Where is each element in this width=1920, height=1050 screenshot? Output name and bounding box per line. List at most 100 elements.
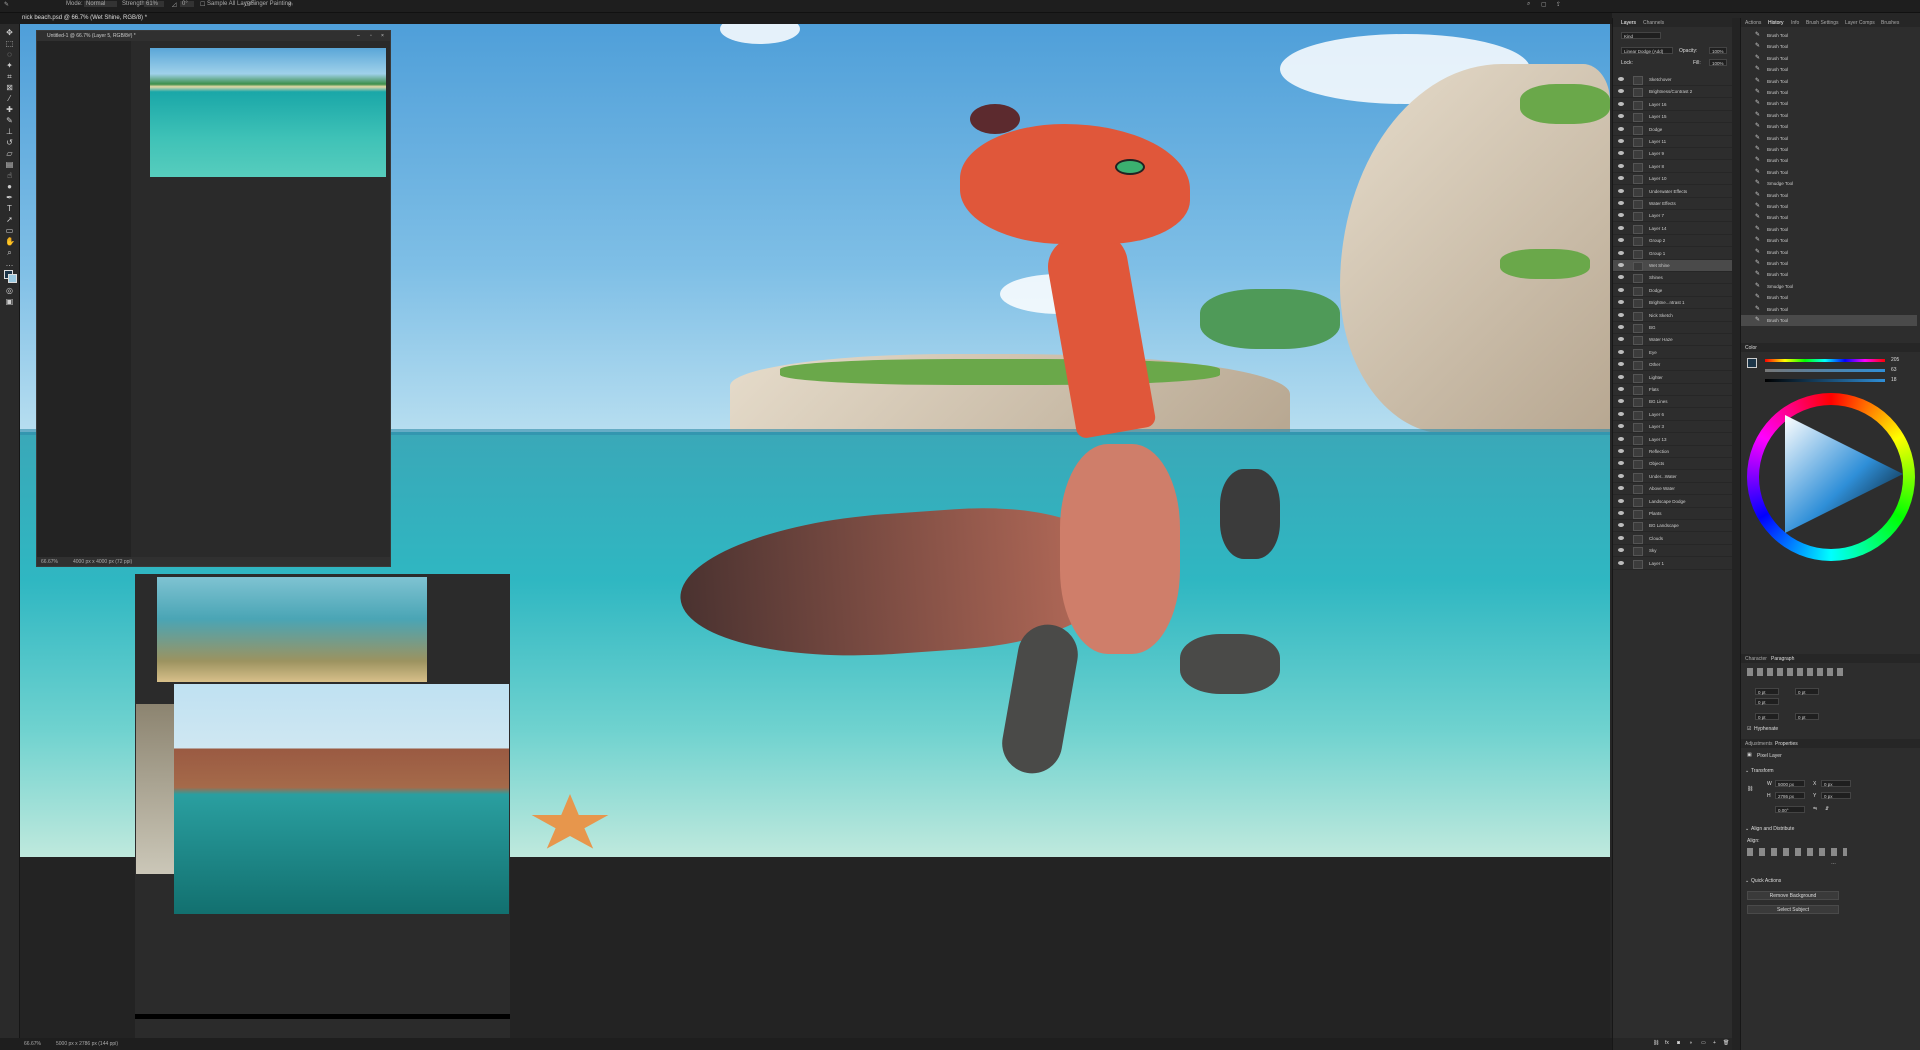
more-options-icon[interactable]: … <box>1831 860 1836 866</box>
canvas-workspace[interactable]: Untitled-1 @ 66.7% (Layer 5, RGB/8#) * –… <box>20 24 1610 1044</box>
layer-row[interactable]: Layer 11 <box>1613 136 1733 148</box>
history-item[interactable]: ✎ Brush Tool <box>1741 98 1917 109</box>
pressure-icon[interactable]: ✍ <box>288 1 293 8</box>
visibility-eye-icon[interactable] <box>1618 548 1624 553</box>
visibility-eye-icon[interactable] <box>1618 312 1624 317</box>
tab-paragraph[interactable]: Paragraph <box>1771 656 1794 662</box>
history-item[interactable]: ✎ Brush Tool <box>1741 269 1917 280</box>
visibility-eye-icon[interactable] <box>1618 511 1624 515</box>
more-tools-icon[interactable]: … <box>5 259 14 268</box>
first-line-indent-field[interactable]: 0 pt <box>1755 698 1779 705</box>
layer-row[interactable]: Layer 16 <box>1613 99 1733 111</box>
height-field[interactable]: 2786 px <box>1775 792 1805 799</box>
chevron-down-icon[interactable]: ⌄ <box>1745 826 1749 832</box>
layer-row[interactable]: Layer 13 <box>1613 434 1733 446</box>
history-item[interactable]: ✎ Brush Tool <box>1741 53 1917 64</box>
layer-row[interactable]: BG <box>1613 322 1733 334</box>
layer-row[interactable]: Nick Sketch <box>1613 310 1733 322</box>
layer-row[interactable]: Layer 10 <box>1613 173 1733 186</box>
layer-row[interactable]: Layer 8 <box>1613 161 1733 173</box>
visibility-eye-icon[interactable] <box>1618 300 1624 305</box>
crop-tool-icon[interactable]: ⌗ <box>5 72 14 81</box>
layer-row[interactable]: Sky <box>1613 545 1733 558</box>
history-item[interactable]: ✎ Brush Tool <box>1741 304 1917 315</box>
reference-image-rocks[interactable] <box>136 704 176 874</box>
saturation-value[interactable]: 63 <box>1891 367 1897 373</box>
history-item[interactable]: ✎ Brush Tool <box>1741 212 1917 223</box>
layer-row[interactable]: Layer 3 <box>1613 421 1733 434</box>
visibility-eye-icon[interactable] <box>1618 225 1624 230</box>
history-item[interactable]: ✎ Brush Tool <box>1741 190 1917 201</box>
visibility-eye-icon[interactable] <box>1618 560 1624 565</box>
adjustment-icon[interactable]: ◑ <box>1689 1040 1692 1046</box>
visibility-eye-icon[interactable] <box>1618 163 1624 168</box>
visibility-eye-icon[interactable] <box>1618 201 1624 205</box>
layer-row[interactable]: Reflection <box>1613 446 1733 458</box>
tab-character[interactable]: Character <box>1745 656 1767 662</box>
visibility-eye-icon[interactable] <box>1618 188 1624 193</box>
layer-row[interactable]: Landscape Dodge <box>1613 496 1733 508</box>
visibility-eye-icon[interactable] <box>1618 275 1624 280</box>
history-item[interactable]: ✎ Brush Tool <box>1741 201 1917 212</box>
history-item[interactable]: ✎ Smudge Tool <box>1741 281 1917 292</box>
eyedropper-tool-icon[interactable]: ⁄ <box>5 94 14 103</box>
history-item[interactable]: ✎ Brush Tool <box>1741 121 1917 132</box>
quick-select-tool-icon[interactable]: ✦ <box>5 61 14 70</box>
layer-row[interactable]: Shines <box>1613 272 1733 285</box>
layer-row[interactable]: Clouds <box>1613 533 1733 545</box>
visibility-eye-icon[interactable] <box>1618 77 1624 81</box>
sample-all-checkbox[interactable]: ☐ <box>200 1 205 8</box>
chevron-down-icon[interactable]: ⌄ <box>1745 768 1749 774</box>
link-layers-icon[interactable]: ⛓ <box>1653 1040 1659 1046</box>
flip-horizontal-icon[interactable]: ⇋ <box>1813 806 1817 812</box>
history-item[interactable]: ✎ Brush Tool <box>1741 133 1917 144</box>
finger-painting-checkbox[interactable]: ☐ <box>245 1 250 8</box>
mask-icon[interactable]: ◙ <box>1677 1040 1680 1046</box>
link-dimensions-icon[interactable]: ⛓ <box>1747 786 1753 792</box>
angle-field[interactable]: 0° <box>180 1 194 7</box>
visibility-eye-icon[interactable] <box>1618 498 1624 503</box>
search-icon[interactable]: ⌕ <box>1527 1 1530 8</box>
visibility-eye-icon[interactable] <box>1618 151 1624 156</box>
history-item[interactable]: ✎ Brush Tool <box>1741 292 1917 303</box>
layer-row[interactable]: Layer 15 <box>1613 111 1733 124</box>
type-tool-icon[interactable]: T <box>5 204 14 213</box>
visibility-eye-icon[interactable] <box>1618 523 1624 528</box>
flip-vertical-icon[interactable]: ⇵ <box>1825 806 1829 812</box>
visibility-eye-icon[interactable] <box>1618 399 1624 404</box>
x-field[interactable]: 0 px <box>1821 780 1851 787</box>
visibility-eye-icon[interactable] <box>1618 411 1624 416</box>
layer-row[interactable]: Layer 7 <box>1613 210 1733 223</box>
layer-row[interactable]: Water Effects <box>1613 198 1733 210</box>
visibility-eye-icon[interactable] <box>1618 114 1624 119</box>
chevron-down-icon[interactable]: ⌄ <box>1745 878 1749 884</box>
visibility-eye-icon[interactable] <box>1618 449 1624 453</box>
history-item[interactable]: ✎ Brush Tool <box>1741 235 1917 246</box>
paragraph-align-buttons[interactable] <box>1747 668 1847 676</box>
color-wheel[interactable] <box>1747 393 1915 561</box>
tab-actions[interactable]: Actions <box>1745 20 1761 26</box>
visibility-eye-icon[interactable] <box>1618 473 1624 478</box>
layer-row[interactable]: Under...Water <box>1613 471 1733 483</box>
layer-row[interactable]: Layer 14 <box>1613 223 1733 235</box>
visibility-eye-icon[interactable] <box>1618 89 1624 94</box>
tab-history[interactable]: History <box>1768 20 1784 26</box>
history-item[interactable]: ✎ Brush Tool <box>1741 155 1917 166</box>
history-item[interactable]: ✎ Brush Tool <box>1741 76 1917 87</box>
healing-tool-icon[interactable]: ✚ <box>5 105 14 114</box>
layer-row[interactable]: Other <box>1613 359 1733 372</box>
screen-mode-icon[interactable]: ▣ <box>5 297 14 306</box>
layer-row[interactable]: Water Haze <box>1613 334 1733 347</box>
visibility-eye-icon[interactable] <box>1618 250 1624 255</box>
history-item[interactable]: ✎ Brush Tool <box>1741 258 1917 269</box>
layer-row[interactable]: Layer 6 <box>1613 409 1733 421</box>
visibility-eye-icon[interactable] <box>1618 374 1624 379</box>
visibility-eye-icon[interactable] <box>1618 139 1624 143</box>
strength-field[interactable]: 61% <box>144 1 165 7</box>
layer-row[interactable]: BG Lines <box>1613 396 1733 409</box>
hand-tool-icon[interactable]: ✋ <box>5 237 15 246</box>
layer-row[interactable]: Flats <box>1613 384 1733 396</box>
history-item[interactable]: ✎ Brush Tool <box>1741 247 1917 258</box>
align-buttons[interactable] <box>1747 848 1847 856</box>
history-item[interactable]: ✎ Smudge Tool <box>1741 178 1917 189</box>
